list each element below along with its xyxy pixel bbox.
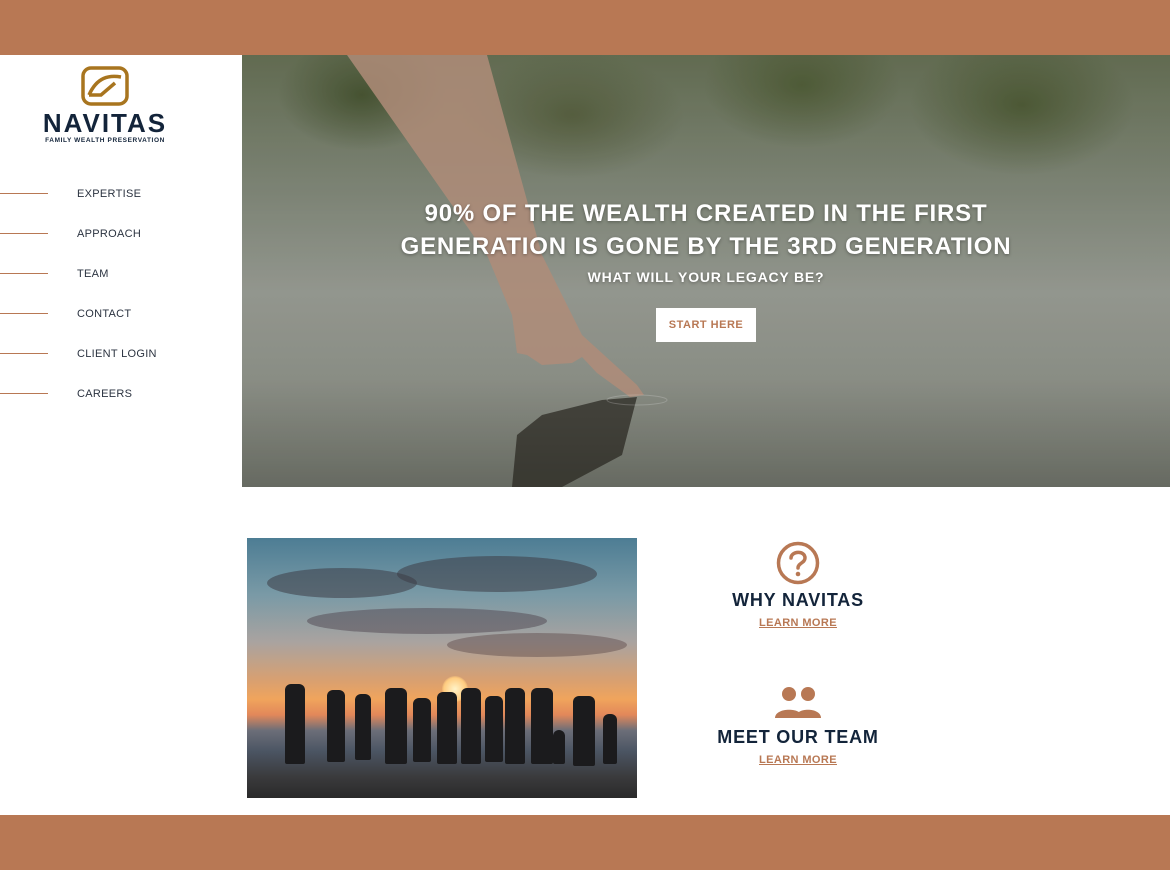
page: NAVITAS FAMILY WEALTH PRESERVATION EXPER… [0,55,1170,815]
feature-title: MEET OUR TEAM [717,727,879,747]
logo[interactable]: NAVITAS FAMILY WEALTH PRESERVATION [30,65,180,144]
photo-silhouette [485,696,503,762]
hero-subtitle: WHAT WILL YOUR LEGACY BE? [587,269,825,285]
hero-banner: 90% OF THE WEALTH CREATED IN THE FIRST G… [242,55,1170,487]
nav-item-label: EXPERTISE [77,188,142,200]
photo-silhouette [437,692,457,764]
nav-item-label: TEAM [77,268,109,280]
nav-item-expertise[interactable]: EXPERTISE [0,183,242,223]
photo-silhouette [531,688,553,764]
nav-divider-line [0,393,48,394]
nav-item-label: CLIENT LOGIN [77,348,157,360]
sidebar: NAVITAS FAMILY WEALTH PRESERVATION EXPER… [0,55,242,815]
hero-title-line-2: GENERATION IS GONE BY THE 3RD GENERATION [400,233,1012,260]
nav-divider-line [0,233,48,234]
photo-silhouette [573,696,595,766]
photo-silhouette [413,698,431,762]
nav-item-careers[interactable]: CAREERS [0,383,242,423]
nav-item-label: APPROACH [77,228,142,240]
photo-silhouette [355,694,371,760]
photo-cloud [267,568,417,598]
family-sunset-photo [247,538,637,798]
nav-divider-line [0,193,48,194]
photo-cloud [447,633,627,657]
feature-why-navitas: WHY NAVITAS LEARN MORE [690,540,906,631]
nav-item-label: CONTACT [77,308,132,320]
nav-divider-line [0,273,48,274]
nav-item-contact[interactable]: CONTACT [0,303,242,343]
photo-silhouette [461,688,481,764]
hero-content: 90% OF THE WEALTH CREATED IN THE FIRST G… [242,197,1170,342]
people-icon [775,687,821,718]
main-nav: EXPERTISE APPROACH TEAM CONTACT CLIENT L… [0,183,242,423]
nav-divider-line [0,353,48,354]
nav-item-client-login[interactable]: CLIENT LOGIN [0,343,242,383]
feature-title: WHY NAVITAS [732,590,864,610]
nav-item-label: CAREERS [77,388,133,400]
feature-meet-our-team: MEET OUR TEAM LEARN MORE [690,685,906,768]
photo-cloud [397,556,597,592]
photo-cloud [307,608,547,634]
nav-item-team[interactable]: TEAM [0,263,242,303]
photo-silhouette [603,714,617,764]
navitas-logo-icon [81,66,129,106]
brand-name: NAVITAS [42,108,168,138]
photo-silhouette [505,688,525,764]
photo-silhouette [327,690,345,762]
nav-item-approach[interactable]: APPROACH [0,223,242,263]
nav-divider-line [0,313,48,314]
photo-silhouette [553,730,565,764]
hero-title-line-1: 90% OF THE WEALTH CREATED IN THE FIRST [424,200,988,227]
start-here-button[interactable]: START HERE [655,308,757,342]
photo-silhouette [385,688,407,764]
why-navitas-learn-more-link[interactable]: LEARN MORE [759,617,837,629]
meet-team-learn-more-link[interactable]: LEARN MORE [759,754,837,766]
photo-silhouette [285,684,305,764]
brand-tagline: FAMILY WEALTH PRESERVATION [45,137,165,144]
question-circle-icon [776,541,820,585]
